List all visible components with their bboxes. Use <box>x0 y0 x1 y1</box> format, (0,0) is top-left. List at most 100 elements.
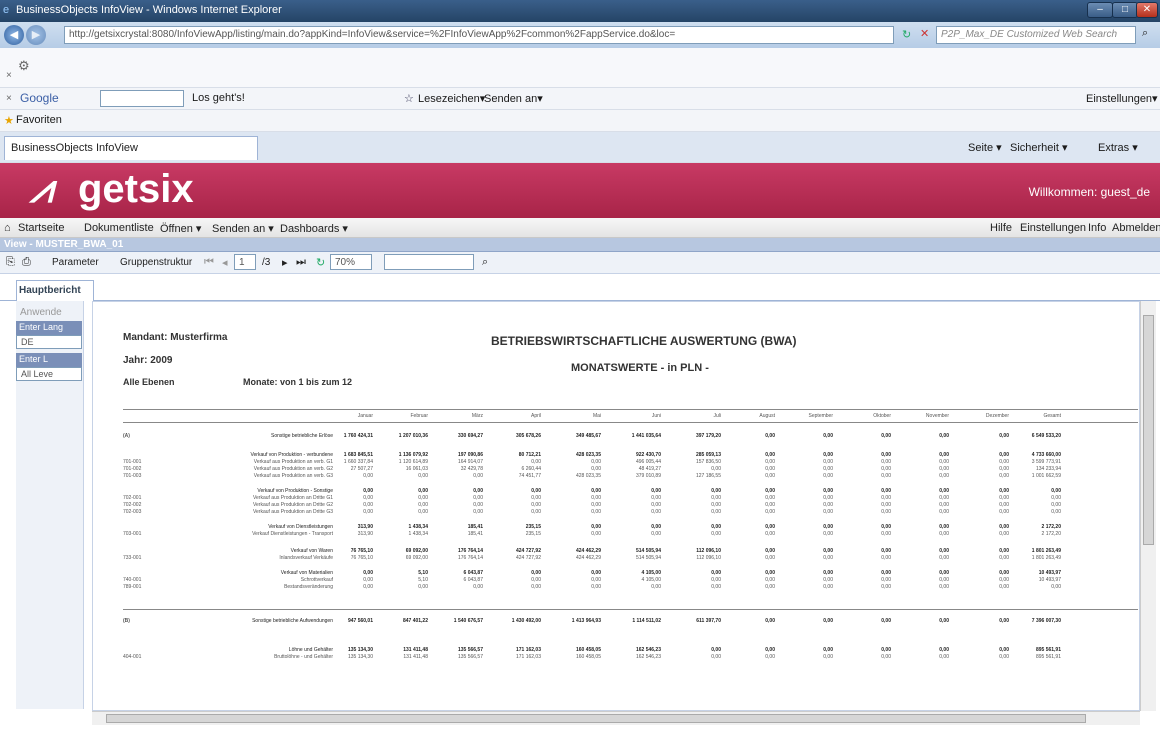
table-cell: 5,10 <box>418 570 428 576</box>
report-horizontal-scrollbar[interactable] <box>92 711 1140 725</box>
column-header: Gesamt <box>1043 413 1061 419</box>
search-field[interactable]: P2P_Max_DE Customized Web Search <box>936 26 1136 44</box>
row-code: 702-002 <box>123 502 142 508</box>
bookmarks-button[interactable]: Lesezeichen▾ <box>418 92 485 105</box>
table-cell: 0,00 <box>765 502 775 508</box>
send-to-button[interactable]: Senden an▾ <box>484 92 543 105</box>
close-toolbar-icon[interactable]: × <box>6 93 12 104</box>
close-button[interactable]: ✕ <box>1136 2 1158 18</box>
table-cell: 185,41 <box>467 524 483 530</box>
tab-hauptbericht[interactable]: Hauptbericht <box>16 280 94 301</box>
settings-button[interactable]: Einstellungen▾ <box>1086 92 1158 105</box>
level-param-input[interactable]: All Leve <box>16 367 82 381</box>
table-cell: 0,00 <box>881 459 891 465</box>
report-vertical-scrollbar[interactable] <box>1140 301 1156 711</box>
report-search-input[interactable] <box>384 254 474 270</box>
table-cell: 0,00 <box>765 647 775 653</box>
table-cell: 0,00 <box>999 488 1009 494</box>
table-cell: 0,00 <box>1051 509 1061 515</box>
table-cell: 496 005,44 <box>635 459 661 465</box>
google-search-input[interactable] <box>100 90 184 107</box>
nav-startseite[interactable]: Startseite <box>18 222 64 234</box>
lang-param-header[interactable]: Enter Lang <box>16 321 82 335</box>
next-page-icon[interactable]: ▸ <box>282 256 288 269</box>
lang-param-input[interactable]: DE <box>16 335 82 349</box>
table-cell: 0,00 <box>473 502 483 508</box>
table-cell: 0,00 <box>363 495 373 501</box>
security-menu[interactable]: Sicherheit ▾ <box>1010 141 1068 154</box>
refresh-icon[interactable]: ↻ <box>902 28 911 41</box>
table-cell: 162 546,23 <box>635 654 661 660</box>
table-cell: 0,00 <box>418 473 428 479</box>
nav-einstellungen[interactable]: Einstellungen <box>1020 222 1086 234</box>
table-cell: 69 092,00 <box>405 555 428 561</box>
table-cell: 0,00 <box>823 531 833 537</box>
export-icon[interactable]: ⎘ <box>6 256 15 269</box>
nav-hilfe[interactable]: Hilfe <box>990 222 1012 234</box>
close-tab-icon[interactable]: × <box>6 70 12 81</box>
page-input[interactable]: 1 <box>234 254 256 270</box>
table-cell: 0,00 <box>823 548 833 554</box>
parameter-button[interactable]: Parameter <box>52 257 99 268</box>
last-page-icon[interactable]: ⏭ <box>296 256 306 269</box>
nav-info[interactable]: Info <box>1088 222 1106 234</box>
column-header: Juni <box>651 413 661 419</box>
column-header: September <box>808 413 833 419</box>
refresh-report-icon[interactable]: ↻ <box>316 256 325 269</box>
report-tab-row: Hauptbericht <box>0 274 1160 301</box>
forward-button[interactable]: ▶ <box>26 25 46 45</box>
table-cell: 0,00 <box>823 570 833 576</box>
table-cell: 0,00 <box>1051 488 1061 494</box>
page-menu[interactable]: Seite ▾ <box>968 141 1002 154</box>
column-header: August <box>759 413 775 419</box>
table-cell: 0,00 <box>765 509 775 515</box>
browser-tab[interactable]: BusinessObjects InfoView <box>4 136 258 160</box>
zoom-select[interactable]: 70% <box>330 254 372 270</box>
nav-abmelden[interactable]: Abmelden <box>1112 222 1160 234</box>
binoculars-icon[interactable]: ⌕ <box>482 256 488 269</box>
extras-menu[interactable]: Extras ▾ <box>1098 141 1138 154</box>
column-header: Januar <box>357 413 373 419</box>
star-icon[interactable]: ☆ <box>404 92 414 105</box>
stop-icon[interactable]: ✕ <box>920 27 929 40</box>
row-label: Sonstige betriebliche Erlöse <box>271 433 333 439</box>
table-cell: 0,00 <box>823 577 833 583</box>
table-cell: 0,00 <box>881 524 891 530</box>
table-cell: 0,00 <box>939 495 949 501</box>
zoom-value: 70% <box>335 257 356 268</box>
column-header: Oktober <box>873 413 891 419</box>
table-cell: 0,00 <box>591 570 601 576</box>
first-page-icon[interactable]: ⏮ <box>204 256 214 269</box>
row-label: Löhne und Gehälter <box>288 647 333 653</box>
addon-icon[interactable]: ⚙ <box>18 58 30 74</box>
vscroll-thumb[interactable] <box>1143 315 1154 545</box>
print-icon[interactable]: ⎙ <box>22 256 31 269</box>
table-cell: 428 023,35 <box>575 473 601 479</box>
nav-dokumentliste[interactable]: Dokumentliste <box>84 222 154 234</box>
nav-senden[interactable]: Senden an ▾ <box>212 222 274 235</box>
search-icon[interactable]: ⌕ <box>1142 27 1148 40</box>
nav-dashboards[interactable]: Dashboards ▾ <box>280 222 348 235</box>
favorites-button[interactable]: Favoriten <box>16 114 62 126</box>
url-field[interactable]: http://getsixcrystal:8080/InfoViewApp/li… <box>64 26 894 44</box>
table-cell: 0,00 <box>939 452 949 458</box>
table-cell: 0,00 <box>881 555 891 561</box>
table-cell: 0,00 <box>711 466 721 472</box>
row-code: 702-003 <box>123 509 142 515</box>
maximize-button[interactable]: □ <box>1112 2 1138 18</box>
group-tree-button[interactable]: Gruppenstruktur <box>120 257 192 268</box>
nav-oeffnen[interactable]: Öffnen ▾ <box>160 222 201 235</box>
back-button[interactable]: ◀ <box>4 25 24 45</box>
table-cell: 0,00 <box>881 577 891 583</box>
lang-param-label: Enter Lang <box>19 322 64 332</box>
hscroll-thumb[interactable] <box>106 714 1086 723</box>
table-cell: 0,00 <box>531 488 541 494</box>
table-cell: 0,00 <box>531 509 541 515</box>
apply-button[interactable]: Anwende <box>20 307 62 318</box>
prev-page-icon[interactable]: ◂ <box>222 256 228 269</box>
minimize-button[interactable]: – <box>1087 2 1113 18</box>
report-toolbar: ⎘ ⎙ Parameter Gruppenstruktur ⏮ ◂ 1 /3 ▸… <box>0 252 1160 274</box>
table-cell: 69 092,00 <box>405 548 428 554</box>
google-go-button[interactable]: Los geht's! <box>192 92 245 104</box>
level-param-header[interactable]: Enter L <box>16 353 82 367</box>
